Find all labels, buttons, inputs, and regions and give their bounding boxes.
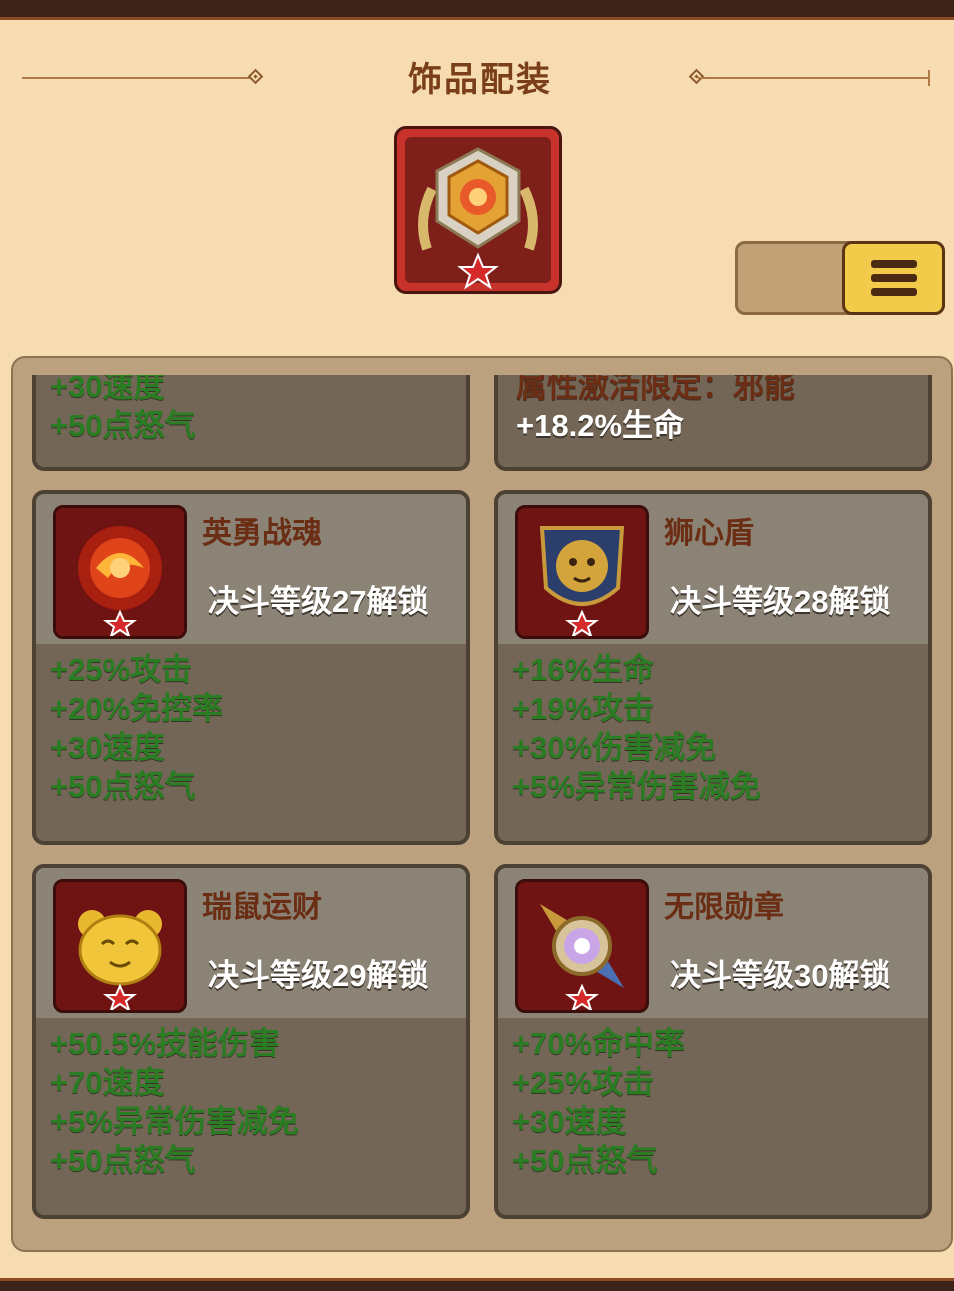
bottom-border (0, 1278, 954, 1291)
golden-rat-icon (53, 879, 187, 1013)
equipped-accessory-slot[interactable] (394, 126, 562, 294)
diamond-ornament-left (247, 68, 264, 85)
stat-line: +20%免控率 (50, 691, 224, 726)
stat-line: +50点怒气 (50, 1143, 196, 1178)
stat-line: +50.5%技能伤害 (50, 1026, 281, 1061)
accessory-card-partial[interactable]: +30速度 +50点怒气 (32, 375, 470, 471)
stat-line: +16%生命 (512, 652, 655, 687)
stat-line: +25%攻击 (50, 652, 193, 687)
unlock-requirement: 决斗等级30解锁 (670, 958, 891, 993)
accessory-card[interactable]: 英勇战魂 决斗等级27解锁 +25%攻击 +20%免控率 +30速度 +50点怒… (32, 490, 470, 845)
menu-icon[interactable] (842, 241, 945, 315)
title-divider-left (22, 77, 258, 79)
stat-line: +70%命中率 (512, 1026, 686, 1061)
accessory-card[interactable]: 无限勋章 决斗等级30解锁 +70%命中率 +25%攻击 +30速度 +50点怒… (494, 864, 932, 1219)
stat-line: +30速度 (50, 375, 165, 404)
accessory-card[interactable]: 狮心盾 决斗等级28解锁 +16%生命 +19%攻击 +30%伤害减免 +5%异… (494, 490, 932, 845)
stat-line: +50点怒气 (512, 1143, 658, 1178)
infinity-medal-icon (515, 879, 649, 1013)
top-border (0, 0, 954, 20)
unlock-requirement: 决斗等级27解锁 (208, 584, 429, 619)
stat-line: +30速度 (512, 1104, 627, 1139)
golden-medal-icon (418, 147, 538, 290)
accessory-card-partial[interactable]: 属性激活限定：邪能 +18.2%生命 (494, 375, 932, 471)
accessory-name: 英勇战魂 (202, 517, 322, 550)
stat-line: +30%伤害减免 (512, 730, 717, 765)
stat-line: +5%异常伤害减免 (512, 769, 761, 804)
accessory-card[interactable]: 瑞鼠运财 决斗等级29解锁 +50.5%技能伤害 +70速度 +5%异常伤害减免… (32, 864, 470, 1219)
stat-line: +19%攻击 (512, 691, 655, 726)
title-divider-end (928, 70, 930, 86)
title-divider-right (698, 77, 930, 79)
accessory-list-scroll[interactable]: +30速度 +50点怒气 属性激活限定：邪能 +18.2%生命 英勇战魂 决斗等… (22, 375, 942, 1235)
lion-shield-icon (515, 505, 649, 639)
stat-line: +50点怒气 (50, 769, 196, 804)
stat-line: +30速度 (50, 730, 165, 765)
accessory-name: 瑞鼠运财 (202, 891, 322, 924)
stat-line: +70速度 (50, 1065, 165, 1100)
unlock-requirement: 决斗等级29解锁 (208, 958, 429, 993)
stat-line: +25%攻击 (512, 1065, 655, 1100)
stat-line: +5%异常伤害减免 (50, 1104, 299, 1139)
accessory-name: 无限勋章 (664, 891, 784, 924)
unlock-requirement: 决斗等级28解锁 (670, 584, 891, 619)
stat-line: +50点怒气 (50, 408, 196, 443)
accessory-name: 狮心盾 (664, 517, 754, 550)
stat-line: +18.2%生命 (516, 408, 685, 443)
attribute-restriction: 属性激活限定：邪能 (516, 375, 795, 404)
fire-spirit-icon (53, 505, 187, 639)
page-title: 饰品配装 (408, 61, 552, 99)
